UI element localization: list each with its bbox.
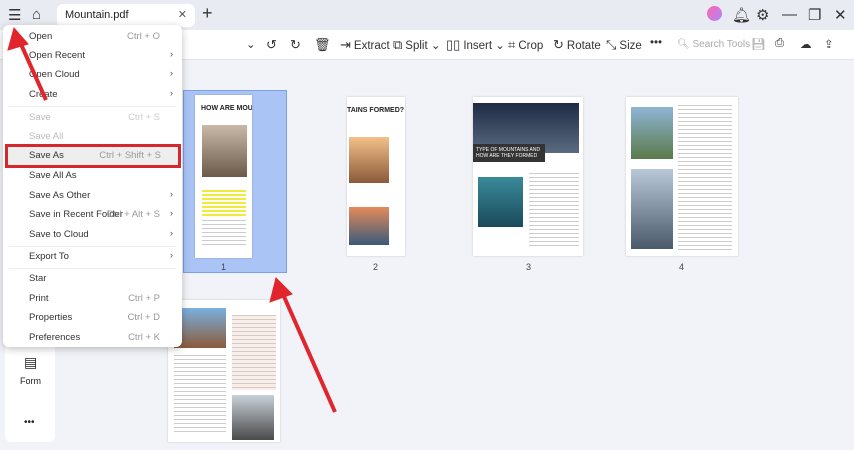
arrow-head bbox=[7, 26, 29, 51]
arrow-to-menu-icon bbox=[18, 41, 48, 101]
annotation-arrows bbox=[7, 26, 337, 413]
arrow-to-page-1 bbox=[280, 291, 337, 413]
arrow-head bbox=[269, 277, 293, 303]
